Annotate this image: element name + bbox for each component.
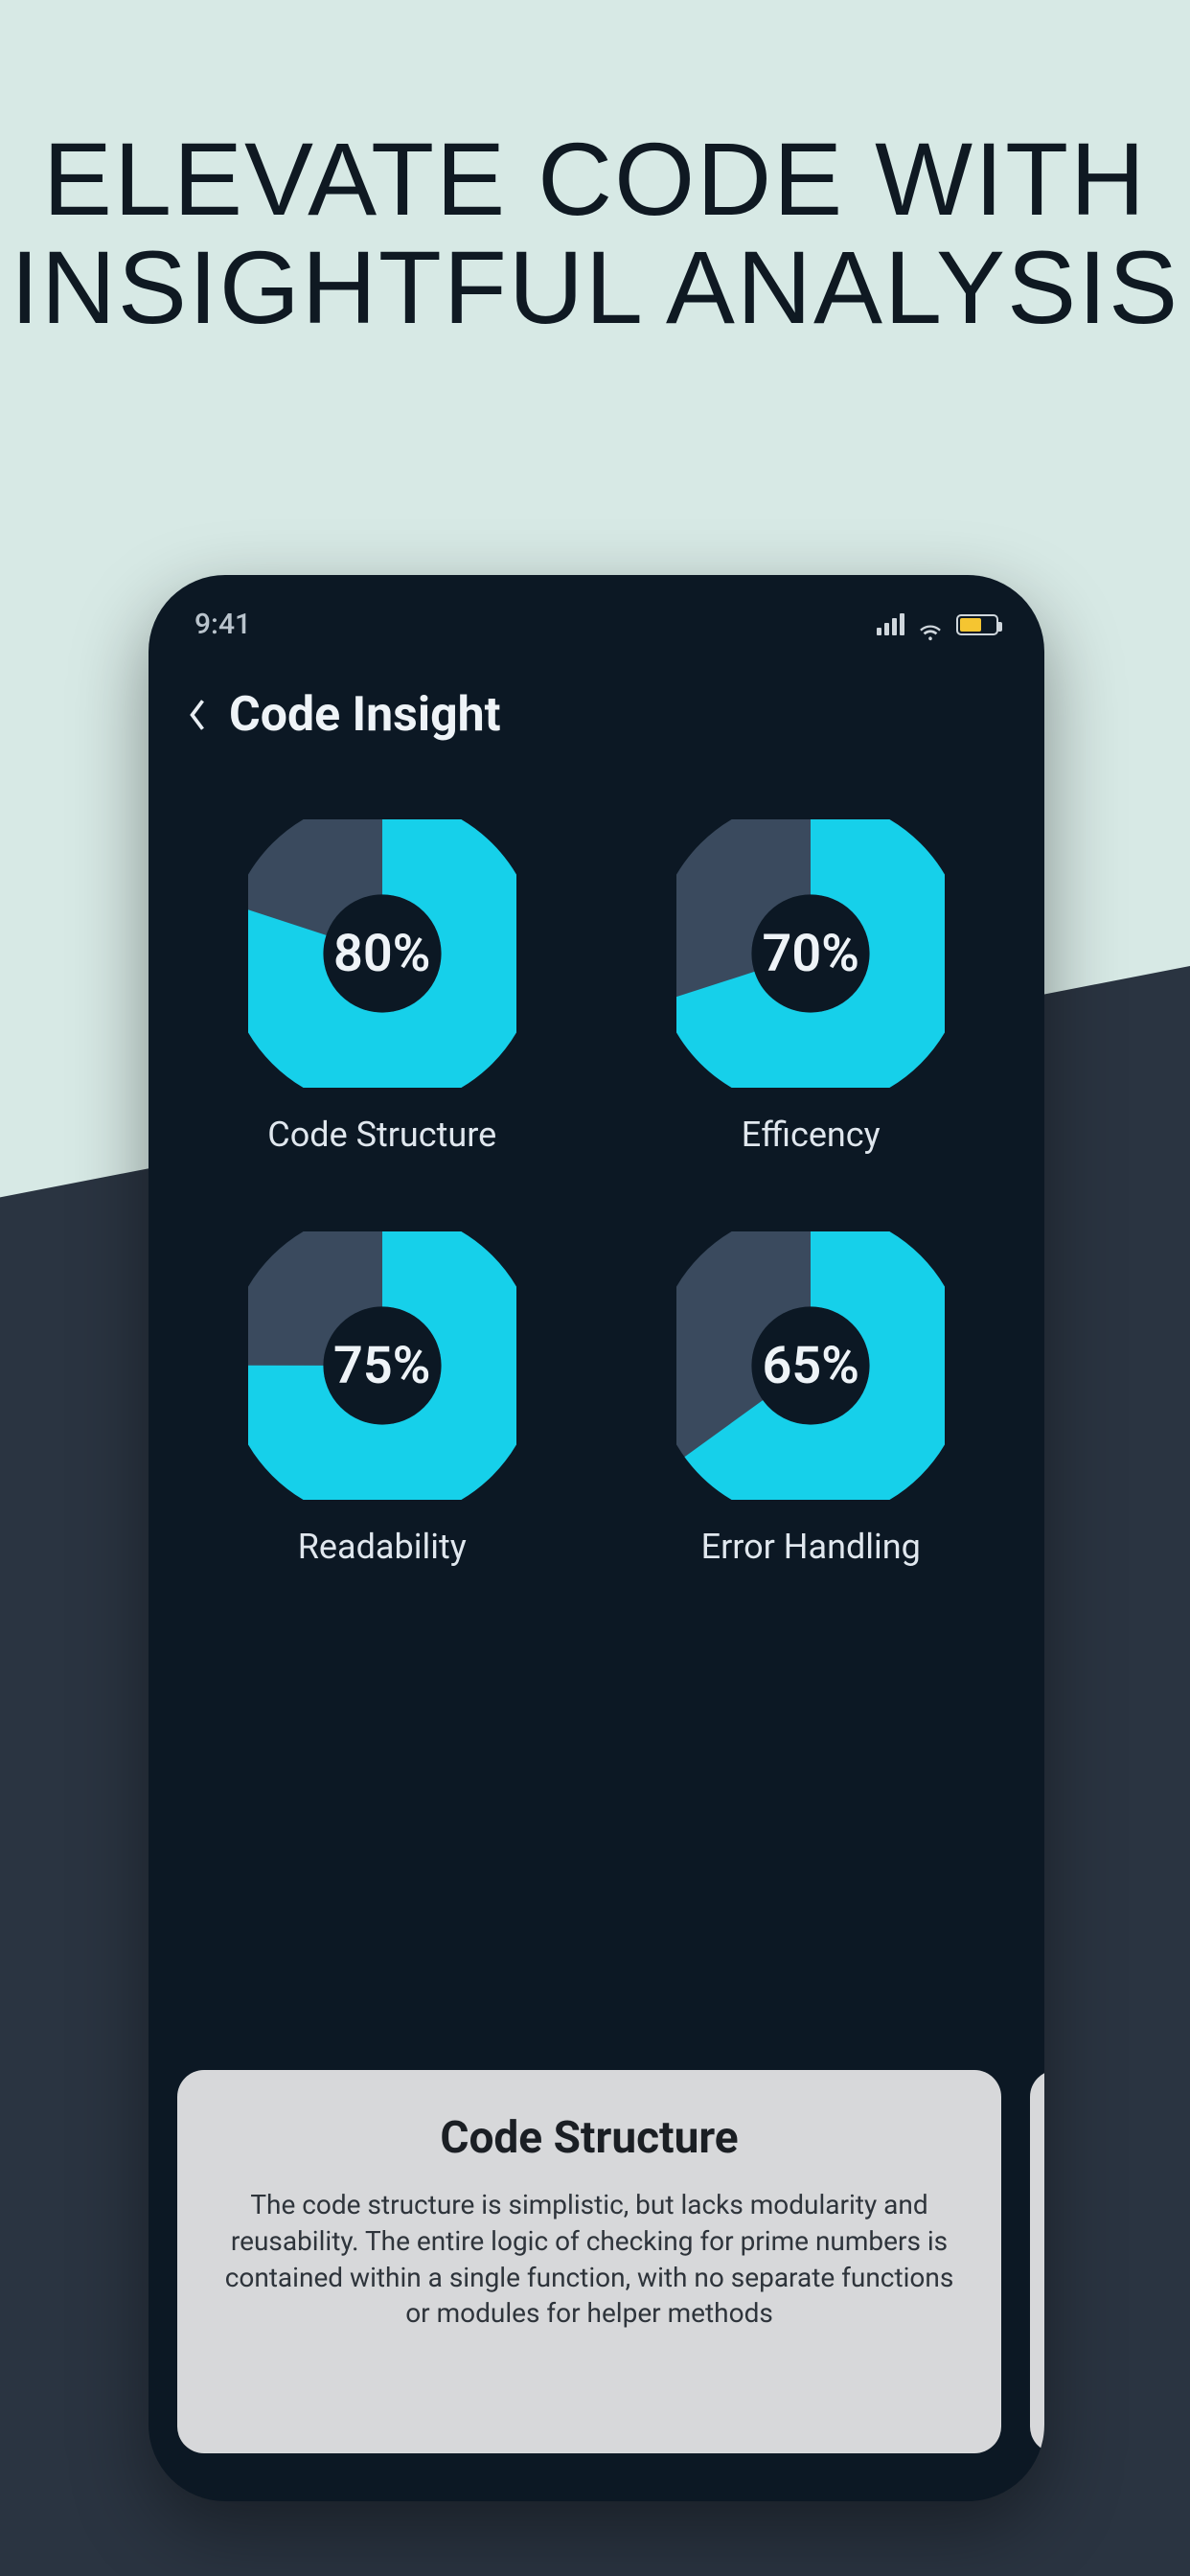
- card-title: Code Structure: [216, 2112, 963, 2164]
- gauge-value: 70%: [676, 819, 945, 1088]
- status-right: [877, 613, 998, 635]
- gauge-value: 65%: [676, 1231, 945, 1500]
- cellular-signal-icon: [877, 613, 904, 635]
- gauge-ring: 65%: [676, 1231, 945, 1500]
- status-time: 9:41: [195, 608, 251, 641]
- insight-card-next-peek[interactable]: ch: [1030, 2070, 1044, 2453]
- gauge-label: Efficency: [742, 1115, 881, 1155]
- gauge-code-structure: 80% Code Structure: [248, 819, 516, 1155]
- gauge-ring: 80%: [248, 819, 516, 1088]
- insight-card-code-structure[interactable]: Code Structure The code structure is sim…: [177, 2070, 1001, 2453]
- back-button[interactable]: [187, 697, 208, 733]
- gauge-efficiency: 70% Efficency: [676, 819, 945, 1155]
- card-body: The code structure is simplistic, but la…: [216, 2187, 963, 2332]
- gauge-error-handling: 65% Error Handling: [676, 1231, 945, 1567]
- promo-canvas: ELEVATE CODE WITH INSIGHTFUL ANALYSIS 9:…: [0, 0, 1190, 2576]
- gauge-grid: 80% Code Structure 70% Efficency: [149, 752, 1044, 1605]
- app-header: Code Insight: [149, 641, 1044, 752]
- gauge-value: 75%: [248, 1231, 516, 1500]
- gauge-label: Code Structure: [267, 1115, 496, 1155]
- wifi-icon: [918, 615, 943, 634]
- gauge-readability: 75% Readability: [248, 1231, 516, 1567]
- phone-frame: 9:41 Code Insight: [149, 575, 1044, 2501]
- battery-icon: [956, 614, 998, 635]
- insight-cards[interactable]: Code Structure The code structure is sim…: [177, 2070, 1044, 2453]
- gauge-ring: 75%: [248, 1231, 516, 1500]
- gauge-label: Readability: [298, 1527, 467, 1567]
- gauge-value: 80%: [248, 819, 516, 1088]
- promo-headline: ELEVATE CODE WITH INSIGHTFUL ANALYSIS: [0, 125, 1190, 342]
- page-title: Code Insight: [229, 687, 501, 743]
- gauge-label: Error Handling: [701, 1527, 921, 1567]
- status-bar: 9:41: [149, 575, 1044, 641]
- gauge-ring: 70%: [676, 819, 945, 1088]
